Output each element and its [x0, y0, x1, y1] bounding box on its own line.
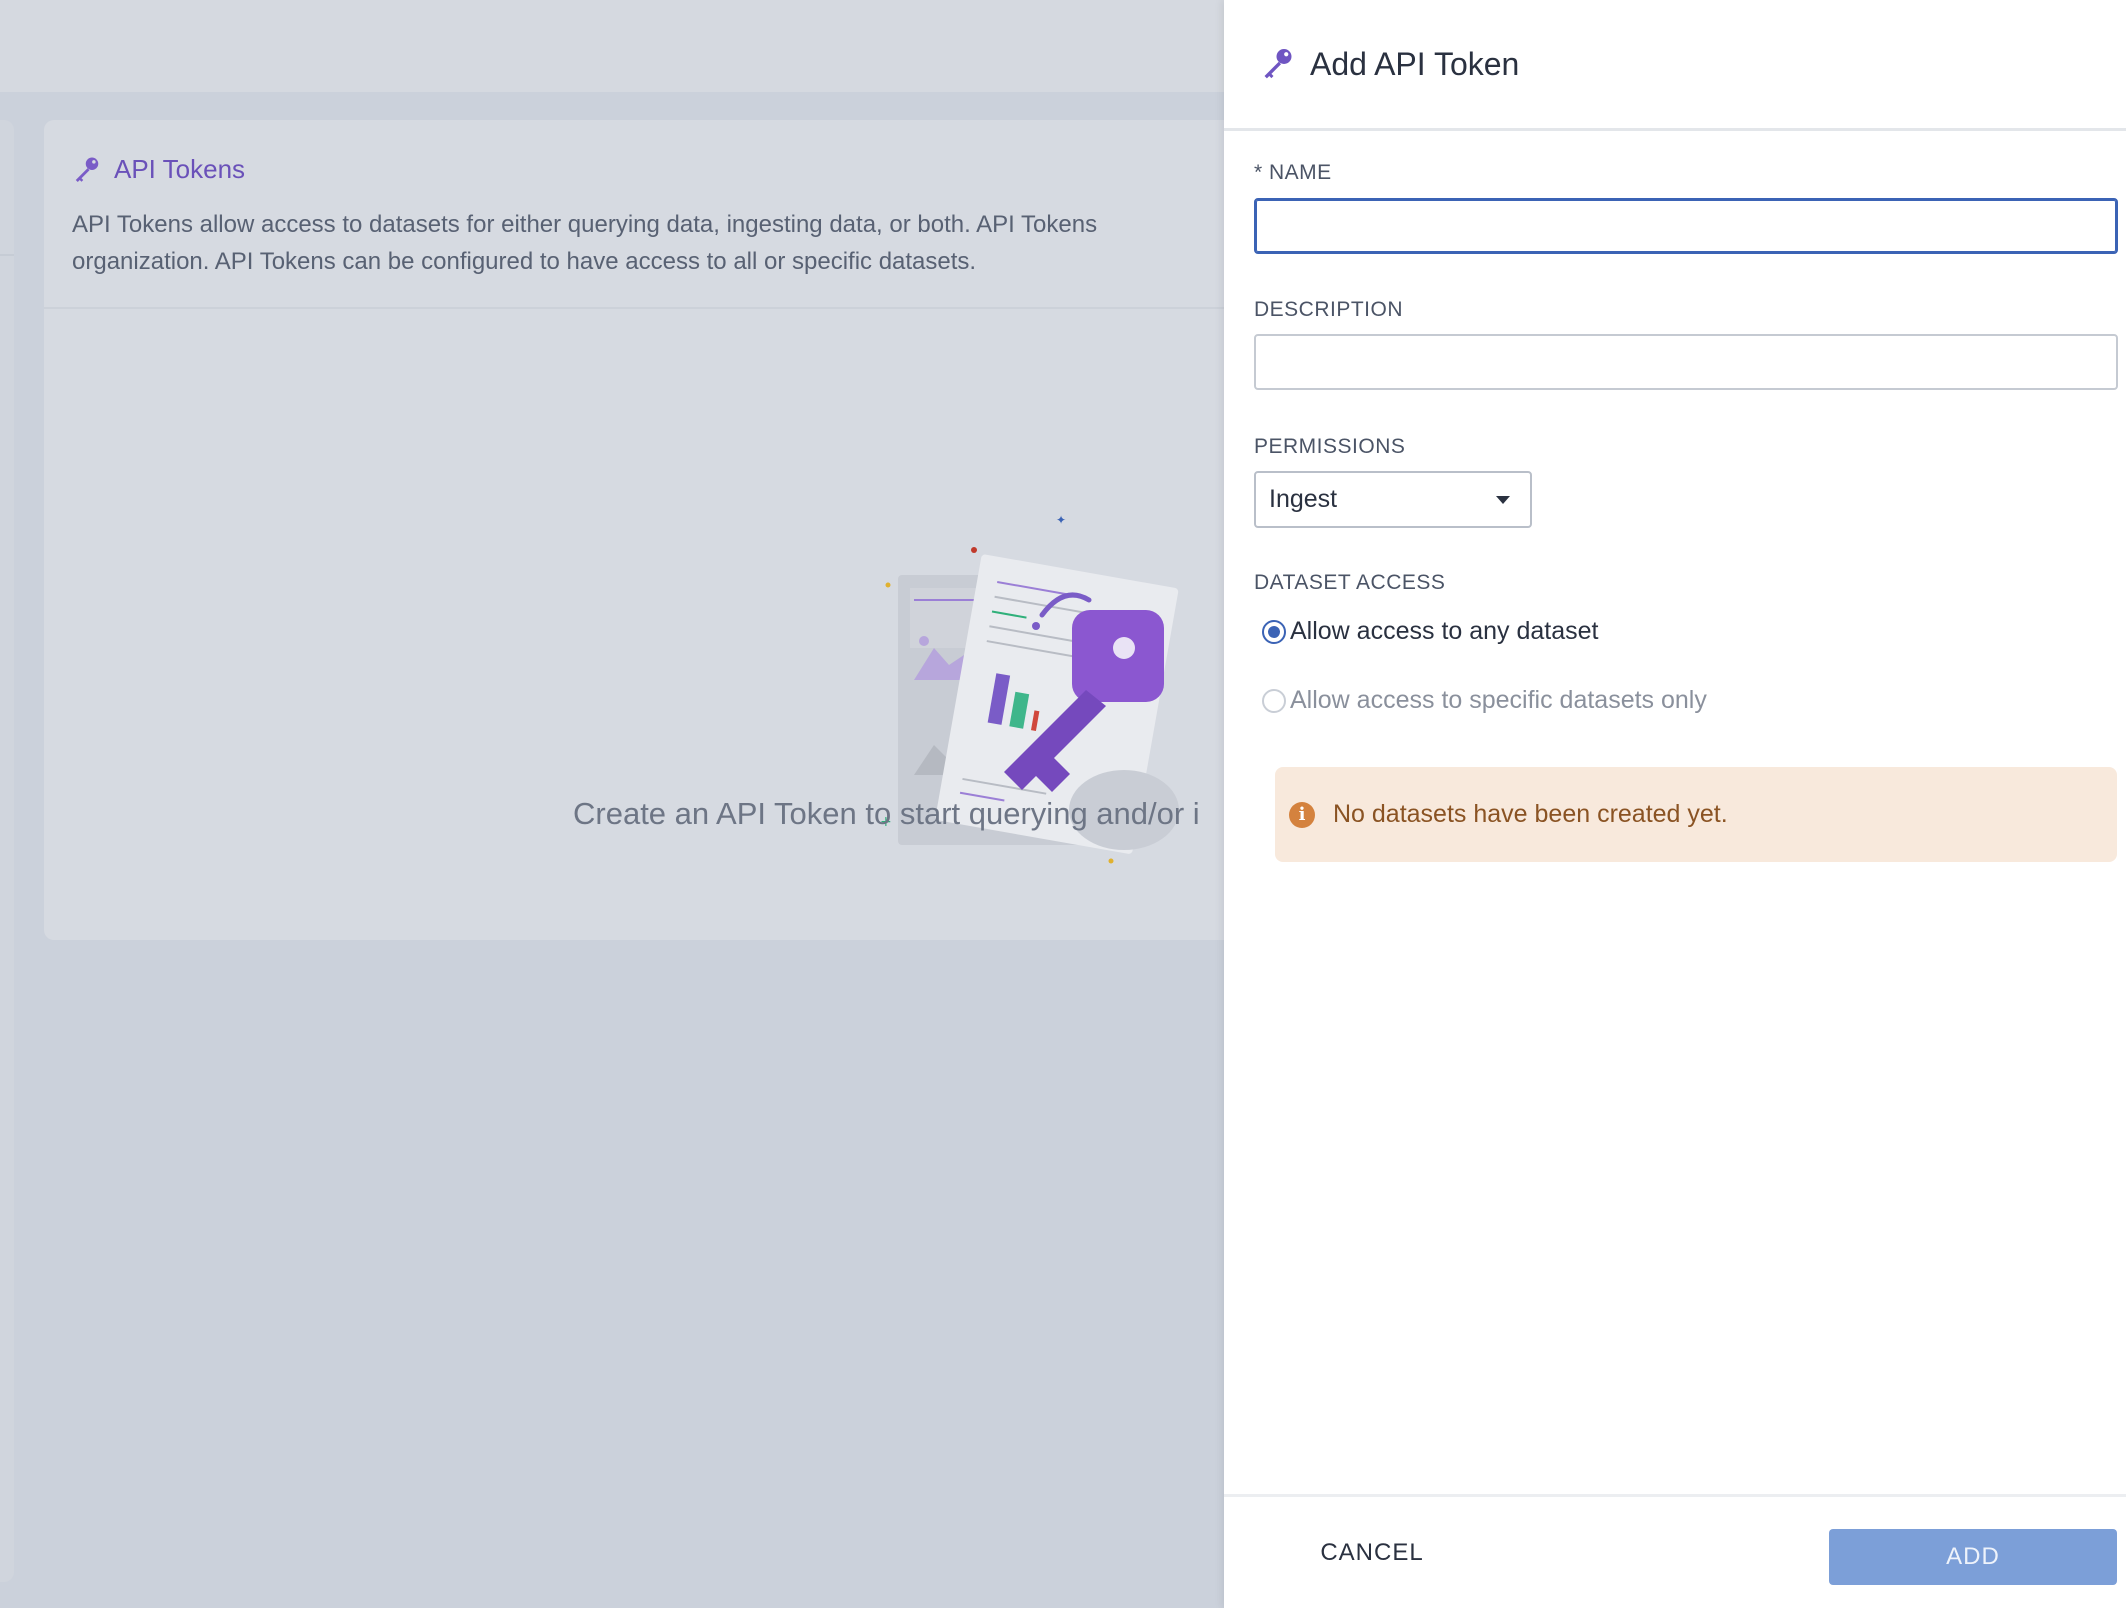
radio-button-checked[interactable]	[1262, 619, 1286, 644]
key-icon	[75, 157, 99, 182]
permissions-label: PERMISSIONS	[1254, 435, 1406, 458]
caret-down-icon	[1496, 495, 1510, 504]
drawer-title: Add API Token	[1310, 45, 1520, 82]
background-left-panel	[0, 120, 14, 1582]
empty-state-text: Create an API Token to start querying an…	[573, 796, 1200, 831]
background-top-bar	[0, 0, 1224, 92]
radio-specific-datasets[interactable]: Allow access to specific datasets only	[1262, 686, 1707, 715]
radio-specific-datasets-label: Allow access to specific datasets only	[1290, 686, 1707, 714]
radio-any-dataset-label: Allow access to any dataset	[1290, 617, 1599, 645]
key-icon	[1264, 49, 1292, 79]
radio-button-unchecked[interactable]	[1262, 688, 1286, 713]
api-tokens-description: API Tokens allow access to datasets for …	[72, 211, 1098, 275]
add-button[interactable]: ADD	[1829, 1529, 2117, 1585]
drawer-footer: CANCEL ADD	[1224, 1494, 2126, 1608]
api-tokens-title-text: API Tokens	[114, 154, 246, 184]
no-datasets-alert: i No datasets have been created yet.	[1275, 767, 2117, 862]
radio-any-dataset[interactable]: Allow access to any dataset	[1262, 617, 1599, 646]
info-icon: i	[1289, 801, 1315, 828]
name-label: * NAME	[1254, 161, 1332, 184]
permissions-select[interactable]: Ingest	[1254, 471, 1532, 528]
permissions-selected-value: Ingest	[1269, 485, 1338, 513]
name-input[interactable]	[1254, 198, 2118, 254]
add-api-token-drawer: Add API Token * NAME DESCRIPTION PERMISS…	[1224, 0, 2126, 1608]
svg-text:✦: ✦	[1056, 513, 1066, 527]
cancel-button[interactable]: CANCEL	[1292, 1525, 1452, 1581]
drawer-header: Add API Token	[1224, 0, 2126, 131]
dataset-access-label: DATASET ACCESS	[1254, 571, 1446, 594]
description-label: DESCRIPTION	[1254, 298, 1404, 321]
api-tokens-card-header: API Tokens API Tokens allow access to da…	[44, 120, 1244, 309]
api-tokens-card-title: API Tokens	[72, 154, 245, 185]
api-tokens-card: API Tokens API Tokens allow access to da…	[44, 120, 1244, 940]
description-input[interactable]	[1254, 334, 2118, 390]
alert-text: No datasets have been created yet.	[1333, 800, 1728, 828]
